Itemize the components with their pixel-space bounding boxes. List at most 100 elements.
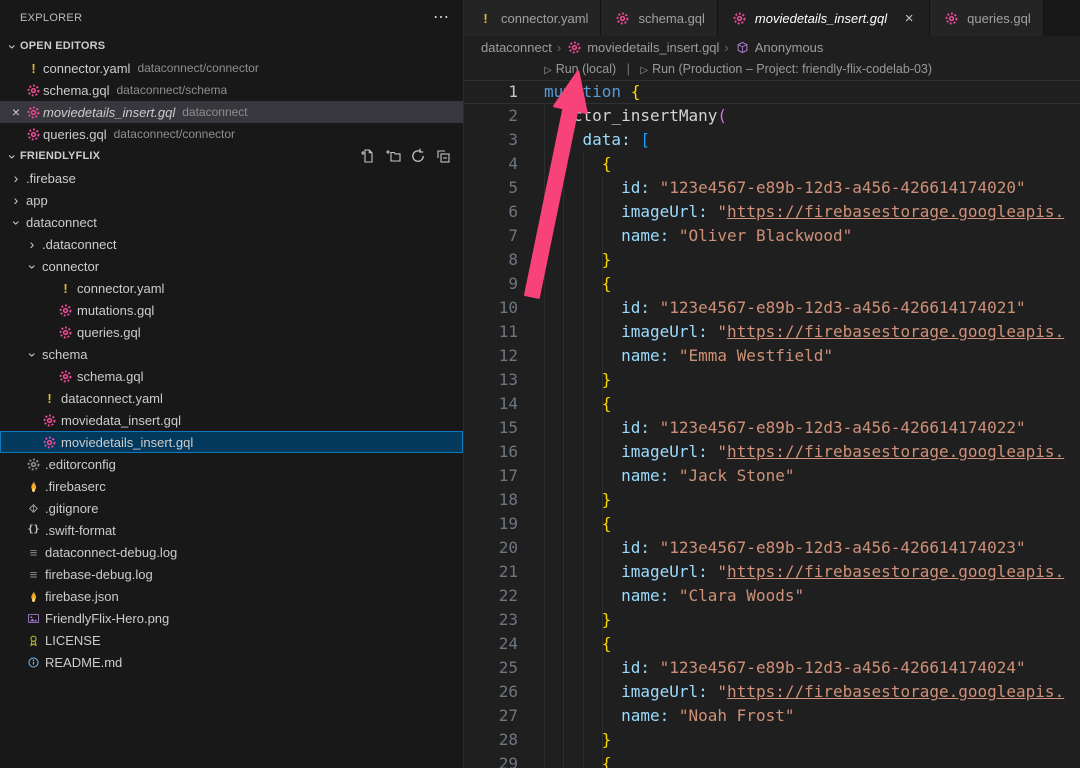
open-editor-connector.yaml[interactable]: !connector.yamldataconnect/connector: [0, 57, 463, 79]
open-editor-queries.gql[interactable]: queries.gqldataconnect/connector: [0, 123, 463, 145]
firebase-icon: [24, 590, 43, 603]
line-number: 17: [464, 464, 518, 488]
code-line-7: 7 name: "Oliver Blackwood": [464, 224, 1080, 248]
tab-bar: !connector.yamlschema.gqlmoviedetails_in…: [464, 0, 1080, 36]
tree-item-label: mutations.gql: [77, 303, 154, 318]
breadcrumb-separator: ›: [724, 40, 728, 55]
code-line-17: 17 name: "Jack Stone": [464, 464, 1080, 488]
folder-.firebase[interactable]: ›.firebase: [0, 167, 463, 189]
close-icon[interactable]: ×: [8, 105, 24, 119]
folder-dataconnect[interactable]: ›dataconnect: [0, 211, 463, 233]
code-line-14: 14 {: [464, 392, 1080, 416]
code-line-9: 9 {: [464, 272, 1080, 296]
tab-connector.yaml[interactable]: !connector.yaml: [464, 0, 601, 36]
tree-item-label: schema.gql: [77, 369, 143, 384]
breadcrumb-label: dataconnect: [481, 40, 552, 55]
file-connector.yaml[interactable]: !connector.yaml: [0, 277, 463, 299]
file-FriendlyFlix-Hero.png[interactable]: FriendlyFlix-Hero.png: [0, 607, 463, 629]
code-line-13: 13 }: [464, 368, 1080, 392]
firebase-icon: [24, 480, 43, 493]
braces-icon: {}: [24, 525, 43, 535]
code-line-19: 19 {: [464, 512, 1080, 536]
line-number: 1: [464, 80, 518, 104]
file-.gitignore[interactable]: .gitignore: [0, 497, 463, 519]
vscode-window: EXPLORER ⋯ › OPEN EDITORS !connector.yam…: [0, 0, 1080, 768]
info-icon: [24, 656, 43, 669]
new-folder-icon[interactable]: [385, 148, 401, 164]
more-actions-icon[interactable]: ⋯: [433, 10, 449, 26]
breadcrumb-item-moviedetails_insert.gql[interactable]: moviedetails_insert.gql: [566, 40, 719, 55]
run-local-link[interactable]: ▷Run (local): [544, 62, 616, 76]
log-icon: ≡: [24, 568, 43, 581]
run-production-link[interactable]: ▷Run (Production – Project: friendly-fli…: [640, 62, 932, 76]
code-line-18: 18 }: [464, 488, 1080, 512]
tree-item-label: LICENSE: [45, 633, 101, 648]
file-LICENSE[interactable]: LICENSE: [0, 629, 463, 651]
folder-app[interactable]: ›app: [0, 189, 463, 211]
tab-label: connector.yaml: [501, 11, 588, 26]
open-editor-label: schema.gql: [43, 83, 109, 98]
code-line-28: 28 }: [464, 728, 1080, 752]
file-README.md[interactable]: README.md: [0, 651, 463, 673]
open-editor-schema.gql[interactable]: schema.gql dataconnect/schema: [0, 79, 463, 101]
file-.editorconfig[interactable]: .editorconfig: [0, 453, 463, 475]
code-line-12: 12 name: "Emma Westfield": [464, 344, 1080, 368]
file-queries.gql[interactable]: queries.gql: [0, 321, 463, 343]
open-editors-section-header[interactable]: › OPEN EDITORS: [0, 35, 463, 57]
run-icon: ▷: [640, 65, 648, 76]
folder-schema[interactable]: ›schema: [0, 343, 463, 365]
sidebar-header: EXPLORER ⋯: [0, 0, 463, 35]
code-line-8: 8 }: [464, 248, 1080, 272]
tree-item-label: app: [26, 193, 48, 208]
tree-item-label: firebase.json: [45, 589, 119, 604]
file-moviedetails_insert.gql[interactable]: moviedetails_insert.gql: [0, 431, 463, 453]
codelens: ▷Run (local) | ▷Run (Production – Projec…: [464, 58, 1080, 80]
code-line-22: 22 name: "Clara Woods": [464, 584, 1080, 608]
code-line-29: 29 {: [464, 752, 1080, 768]
code-line-4: 4 {: [464, 152, 1080, 176]
workspace-section-header[interactable]: › FRIENDLYFLIX: [0, 145, 463, 167]
file-.firebaserc[interactable]: .firebaserc: [0, 475, 463, 497]
line-number: 19: [464, 512, 518, 536]
collapse-all-icon[interactable]: [435, 148, 451, 164]
git-icon: [24, 502, 43, 515]
code-editor[interactable]: ▷Run (local) | ▷Run (Production – Projec…: [464, 58, 1080, 768]
breadcrumb-item-dataconnect[interactable]: dataconnect: [481, 40, 552, 55]
tab-schema.gql[interactable]: schema.gql: [601, 0, 717, 36]
line-number: 21: [464, 560, 518, 584]
file-firebase.json[interactable]: firebase.json: [0, 585, 463, 607]
workspace-label: FRIENDLYFLIX: [20, 150, 100, 162]
gql-icon: [56, 326, 75, 339]
open-editors-list: !connector.yamldataconnect/connectorsche…: [0, 57, 463, 145]
file-mutations.gql[interactable]: mutations.gql: [0, 299, 463, 321]
file-firebase-debug.log[interactable]: ≡firebase-debug.log: [0, 563, 463, 585]
gql-icon: [56, 304, 75, 317]
file-dataconnect.yaml[interactable]: !dataconnect.yaml: [0, 387, 463, 409]
folder-.dataconnect[interactable]: ›.dataconnect: [0, 233, 463, 255]
line-number: 10: [464, 296, 518, 320]
open-editor-moviedetails_insert.gql[interactable]: ×moviedetails_insert.gqldataconnect: [0, 101, 463, 123]
file-moviedata_insert.gql[interactable]: moviedata_insert.gql: [0, 409, 463, 431]
code-line-3: 3 data: [: [464, 128, 1080, 152]
tree-item-label: queries.gql: [77, 325, 141, 340]
breadcrumb-item-Anonymous[interactable]: Anonymous: [734, 40, 824, 55]
tree-item-label: .swift-format: [45, 523, 116, 538]
file-schema.gql[interactable]: schema.gql: [0, 365, 463, 387]
file-dataconnect-debug.log[interactable]: ≡dataconnect-debug.log: [0, 541, 463, 563]
refresh-icon[interactable]: [410, 148, 426, 164]
code-line-5: 5 id: "123e4567-e89b-12d3-a456-426614174…: [464, 176, 1080, 200]
explorer-sidebar: EXPLORER ⋯ › OPEN EDITORS !connector.yam…: [0, 0, 464, 768]
file-.swift-format[interactable]: {}.swift-format: [0, 519, 463, 541]
line-number: 29: [464, 752, 518, 768]
tab-moviedetails_insert.gql[interactable]: moviedetails_insert.gql×: [718, 0, 930, 36]
tab-queries.gql[interactable]: queries.gql: [930, 0, 1044, 36]
close-icon[interactable]: ×: [901, 11, 917, 26]
line-number: 15: [464, 416, 518, 440]
open-editor-description: dataconnect/schema: [116, 83, 227, 97]
folder-connector[interactable]: ›connector: [0, 255, 463, 277]
line-number: 7: [464, 224, 518, 248]
breadcrumb: dataconnect›moviedetails_insert.gql›Anon…: [464, 36, 1080, 58]
chevron-down-icon: ›: [25, 347, 41, 363]
open-editor-label: moviedetails_insert.gql: [43, 105, 175, 120]
new-file-icon[interactable]: [360, 148, 376, 164]
